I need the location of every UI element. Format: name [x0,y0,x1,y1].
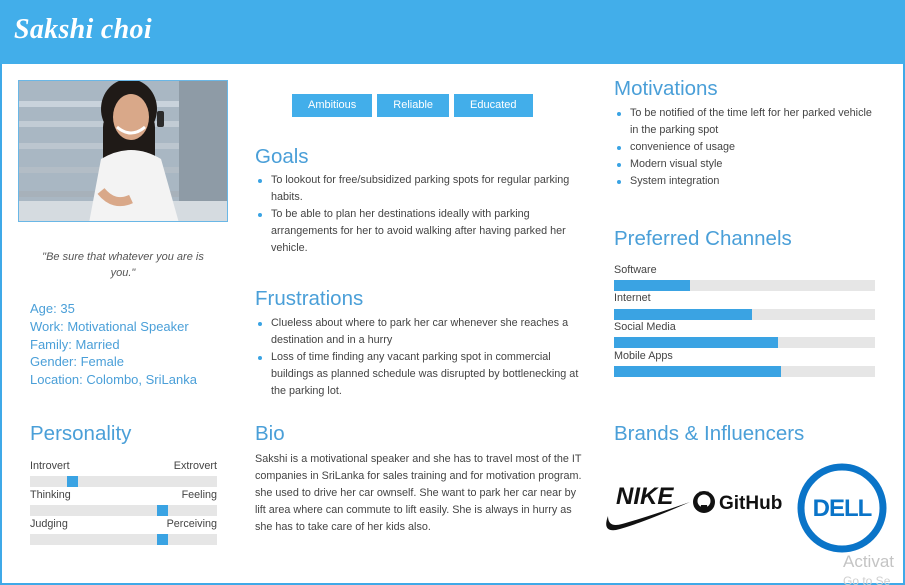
goal-item: To lookout for free/subsidized parking s… [255,172,573,206]
fact-gender: Gender: Female [30,354,124,370]
persona-facts: Age: 35 Work: Motivational Speaker Famil… [30,300,197,389]
channel-label: Social Media [614,321,676,333]
channel-track [614,366,875,377]
trait-marker [67,476,78,487]
fact-location: Location: Colombo, SriLanka [30,372,197,388]
trait-marker [157,534,168,545]
trait-right-label: Extrovert [173,460,217,472]
header-bar: Sakshi choi [0,0,905,64]
motivations-list: To be notified of the time left for her … [614,105,876,190]
motivation-item: System integration [614,173,876,190]
goals-title: Goals [255,145,309,168]
dell-logo: DELL [797,463,887,553]
motivation-item: Modern visual style [614,156,876,173]
activation-watermark-sub: Go to Se [843,574,891,585]
channel-fill [614,280,690,291]
bio-text: Sakshi is a motivational speaker and she… [255,453,582,533]
frustration-item: Loss of time finding any vacant parking … [255,349,579,400]
trait-left-label: Thinking [30,489,71,501]
tag-reliable: Reliable [377,94,450,117]
channel-track [614,309,875,320]
channel-fill [614,366,781,377]
tag-educated: Educated [454,94,533,117]
github-logo: GitHub [693,491,782,514]
persona-name: Sakshi choi [14,14,152,45]
github-logo-text: GitHub [719,493,782,514]
bio-title: Bio [255,422,285,445]
frustration-item: Clueless about where to park her car whe… [255,315,579,349]
motivation-item: convenience of usage [614,139,876,156]
trait-left-label: Judging [30,518,68,530]
activation-watermark: Activat [843,552,895,571]
dell-logo-text: DELL [813,495,872,522]
fact-family: Family: Married [30,336,120,352]
channels-title: Preferred Channels [614,227,792,250]
channel-fill [614,309,752,320]
channel-label: Software [614,264,657,276]
brands-title: Brands & Influencers [614,422,805,445]
channel-label: Mobile Apps [614,350,673,362]
channel-track [614,337,875,348]
trait-left-label: Introvert [30,460,70,472]
frustrations-list: Clueless about where to park her car whe… [255,315,579,400]
trait-track [30,505,217,516]
motivation-item: To be notified of the time left for her … [614,105,876,139]
persona-tags: Ambitious Reliable Educated [292,94,533,117]
trait-marker [157,505,168,516]
tag-ambitious: Ambitious [292,94,373,117]
fact-work: Work: Motivational Speaker [30,318,189,334]
trait-right-label: Perceiving [166,518,217,530]
trait-track [30,476,217,487]
trait-right-label: Feeling [181,489,217,501]
persona-photo [18,80,228,222]
channel-track [614,280,875,291]
motivations-title: Motivations [614,77,718,100]
nike-logo-text: NIKE [616,483,674,510]
goal-item: To be able to plan her destinations idea… [255,206,573,257]
channel-label: Internet [614,292,651,304]
trait-track [30,534,217,545]
persona-quote: "Be sure that whatever you are is you." [42,251,204,279]
frustrations-title: Frustrations [255,287,364,310]
personality-title: Personality [30,422,132,445]
nike-logo: NIKE [606,483,690,531]
persona-photo-image [19,81,227,221]
goals-list: To lookout for free/subsidized parking s… [255,172,573,257]
fact-age: Age: 35 [30,301,75,316]
channel-fill [614,337,778,348]
